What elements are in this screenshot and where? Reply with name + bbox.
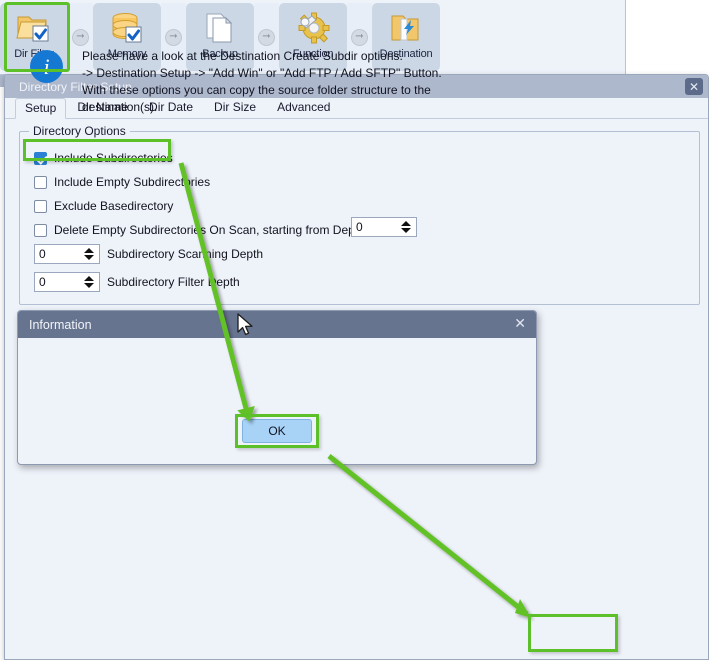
arrow-right-circle-icon: ➞ bbox=[72, 28, 89, 46]
arrow-right-circle-icon: ➞ bbox=[351, 28, 368, 46]
stepper-down-icon[interactable] bbox=[401, 228, 411, 233]
subdirectory-filter-depth-stepper[interactable]: 0 bbox=[34, 272, 100, 292]
close-icon[interactable]: ✕ bbox=[514, 316, 526, 330]
stepper-value: 0 bbox=[39, 275, 46, 289]
subdirectory-scanning-depth-stepper[interactable]: 0 bbox=[34, 244, 100, 264]
stepper-down-icon[interactable] bbox=[84, 255, 94, 260]
stepper-buttons[interactable] bbox=[83, 274, 95, 290]
tab-setup[interactable]: Setup bbox=[15, 98, 67, 119]
stepper-label: Subdirectory Scanning Depth bbox=[107, 247, 264, 261]
arrow-right-circle-icon: ➞ bbox=[258, 28, 275, 46]
stepper-value: 0 bbox=[39, 247, 46, 261]
stepper-up-icon[interactable] bbox=[84, 248, 94, 253]
gear-wrench-icon bbox=[294, 8, 332, 46]
include-subdirectories-checkbox[interactable] bbox=[34, 151, 47, 165]
stepper-down-icon[interactable] bbox=[84, 283, 94, 288]
delete-depth-stepper[interactable]: 0 bbox=[351, 217, 417, 237]
include-subdirectories-row[interactable]: Include Subdirectories bbox=[34, 149, 173, 167]
info-circle-icon: i bbox=[30, 50, 63, 83]
checkbox-label: Include Empty Subdirectories bbox=[54, 175, 211, 189]
stepper-up-icon[interactable] bbox=[401, 221, 411, 226]
checkbox-label: Include Subdirectories bbox=[54, 151, 173, 165]
include-empty-subdirectories-checkbox[interactable] bbox=[34, 175, 47, 189]
ok-button[interactable]: OK bbox=[242, 419, 312, 443]
delete-empty-subdirectories-row[interactable]: Delete Empty Subdirectories On Scan, sta… bbox=[34, 221, 365, 239]
information-title-bar[interactable]: Information ✕ bbox=[18, 311, 536, 338]
exclude-basedirectory-checkbox[interactable] bbox=[34, 199, 47, 213]
delete-empty-subdirectories-checkbox[interactable] bbox=[34, 223, 47, 237]
group-legend: Directory Options bbox=[29, 124, 130, 138]
information-line-3: With these options you can copy the sour… bbox=[82, 83, 431, 114]
mouse-pointer-icon bbox=[237, 313, 253, 336]
stepper-value: 0 bbox=[356, 220, 363, 234]
stepper-label: Subdirectory Filter Depth bbox=[107, 275, 240, 289]
arrow-right-circle-icon: ➞ bbox=[165, 28, 182, 46]
stepper-buttons[interactable] bbox=[83, 246, 95, 262]
checkbox-label: Exclude Basedirectory bbox=[54, 199, 174, 213]
documents-icon bbox=[201, 8, 239, 46]
directory-options-group: Directory Options Include Subdirectories… bbox=[19, 124, 700, 305]
information-line-1: Please have a look at the Destination Cr… bbox=[82, 49, 403, 63]
information-message: Please have a look at the Destination Cr… bbox=[82, 48, 502, 116]
database-check-icon bbox=[108, 8, 146, 46]
subdirectory-filter-depth-row[interactable]: 0 Subdirectory Filter Depth bbox=[34, 272, 240, 292]
exclude-basedirectory-row[interactable]: Exclude Basedirectory bbox=[34, 197, 173, 215]
folder-check-icon bbox=[15, 8, 53, 46]
include-empty-subdirectories-row[interactable]: Include Empty Subdirectories bbox=[34, 173, 210, 191]
subdirectory-scanning-depth-row[interactable]: 0 Subdirectory Scanning Depth bbox=[34, 244, 264, 264]
information-line-2: -> Destination Setup -> "Add Win" or "Ad… bbox=[82, 66, 442, 80]
checkbox-label: Delete Empty Subdirectories On Scan, sta… bbox=[54, 223, 365, 237]
information-title: Information bbox=[29, 317, 92, 332]
folder-arrow-icon bbox=[387, 8, 425, 46]
stepper-buttons[interactable] bbox=[400, 219, 412, 235]
close-icon[interactable]: ✕ bbox=[685, 78, 703, 95]
stepper-up-icon[interactable] bbox=[84, 276, 94, 281]
